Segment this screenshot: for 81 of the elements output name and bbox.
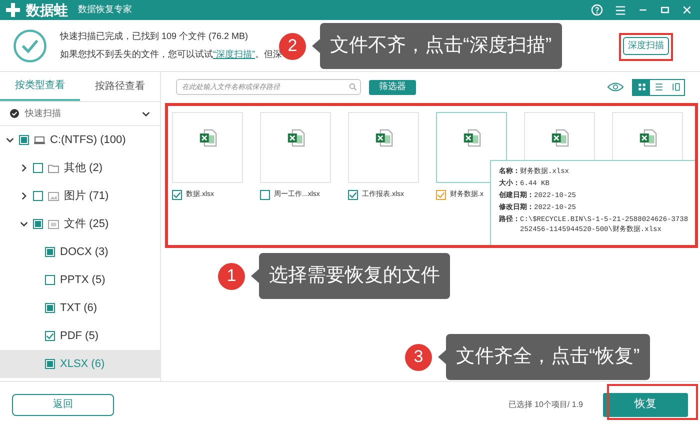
tree-item[interactable]: PDF (5) bbox=[0, 322, 160, 350]
tree-item[interactable]: DOCX (3) bbox=[0, 238, 160, 266]
chevron-down-icon[interactable] bbox=[6, 136, 14, 144]
scan-mode-dropdown[interactable]: 快速扫描 bbox=[0, 102, 160, 126]
highlight-frame bbox=[619, 33, 673, 61]
checkbox[interactable] bbox=[33, 163, 43, 173]
callout-text: 文件不齐，点击“深度扫描” bbox=[320, 23, 562, 69]
check-circle-icon bbox=[10, 109, 19, 118]
close-icon[interactable] bbox=[682, 5, 692, 15]
checkbox[interactable] bbox=[33, 219, 43, 229]
plus-logo-icon bbox=[6, 3, 20, 17]
file-thumbnail[interactable] bbox=[348, 112, 419, 183]
hint-text: 如果您找不到丢失的文件，您可以试试 bbox=[60, 48, 213, 61]
app-name: 数据蛙 bbox=[26, 0, 68, 20]
recover-button[interactable]: 恢复 bbox=[603, 392, 688, 416]
checkbox[interactable] bbox=[45, 359, 55, 369]
app-subtitle: 数据恢复专家 bbox=[78, 3, 132, 16]
chevron-down-icon[interactable] bbox=[142, 110, 150, 118]
view-tab[interactable]: 按类型查看 bbox=[0, 72, 80, 101]
spreadsheet-file-icon bbox=[374, 129, 392, 147]
tree-item[interactable]: 图片 (71) bbox=[0, 182, 160, 210]
menu-icon[interactable] bbox=[615, 4, 626, 16]
tree-item[interactable]: C:(NTFS) (100) bbox=[0, 126, 160, 154]
checkbox[interactable] bbox=[19, 135, 29, 145]
callout-text: 选择需要恢复的文件 bbox=[259, 253, 450, 299]
checkbox[interactable] bbox=[436, 190, 446, 200]
document-icon bbox=[48, 220, 59, 228]
filter-button[interactable]: 筛选器 bbox=[369, 80, 416, 94]
folder-icon bbox=[48, 164, 59, 172]
hint-text: 。但深 bbox=[255, 48, 282, 61]
checkbox[interactable] bbox=[45, 331, 55, 341]
checkbox[interactable] bbox=[260, 190, 270, 200]
grid-view-icon bbox=[636, 82, 646, 92]
tree-label: XLSX (6) bbox=[60, 356, 105, 372]
checkbox[interactable] bbox=[172, 190, 182, 200]
tree-item[interactable]: TXT (6) bbox=[0, 294, 160, 322]
tree-label: PPTX (5) bbox=[60, 272, 106, 288]
checkbox[interactable] bbox=[348, 190, 358, 200]
file-thumbnail[interactable] bbox=[260, 112, 331, 183]
maximize-icon[interactable] bbox=[660, 5, 670, 15]
deep-scan-link[interactable]: “深度扫描” bbox=[213, 48, 255, 62]
file-thumbnail[interactable] bbox=[172, 112, 243, 183]
tree-item[interactable]: PPTX (5) bbox=[0, 266, 160, 294]
tree-label: 其他 (2) bbox=[64, 160, 102, 176]
spreadsheet-file-icon bbox=[462, 129, 480, 147]
help-icon[interactable] bbox=[591, 4, 603, 16]
list-view-icon bbox=[654, 82, 664, 92]
chevron-right-icon[interactable] bbox=[20, 192, 28, 200]
spreadsheet-file-icon bbox=[198, 129, 216, 147]
step-number-badge: 3 bbox=[405, 344, 432, 370]
tree-label: 图片 (71) bbox=[64, 188, 109, 204]
step-number-badge: 1 bbox=[218, 262, 245, 290]
image-icon bbox=[48, 192, 59, 200]
spreadsheet-file-icon bbox=[550, 129, 568, 147]
checkbox[interactable] bbox=[45, 303, 55, 313]
chevron-right-icon[interactable] bbox=[20, 164, 28, 172]
drive-icon bbox=[34, 136, 45, 144]
check-circle-icon bbox=[12, 28, 48, 64]
tree-item[interactable]: 文件 (25) bbox=[0, 210, 160, 238]
tree-item[interactable]: 其他 (2) bbox=[0, 154, 160, 182]
spreadsheet-file-icon bbox=[638, 129, 656, 147]
chevron-down-icon[interactable] bbox=[20, 220, 28, 228]
checkbox[interactable] bbox=[33, 191, 43, 201]
columns-view-icon bbox=[670, 82, 680, 92]
checkbox[interactable] bbox=[45, 247, 55, 257]
tree-label: C:(NTFS) (100) bbox=[50, 132, 126, 148]
search-icon bbox=[349, 83, 357, 91]
selection-status: 已选择 10个项目/ 1.9 bbox=[508, 398, 583, 410]
tree-label: 文件 (25) bbox=[64, 216, 109, 232]
callout-text: 文件齐全，点击“恢复” bbox=[446, 334, 650, 380]
scan-result-text: 快速扫描已完成，已找到 109 个文件 (76.2 MB) bbox=[60, 30, 250, 43]
view-toggle[interactable] bbox=[633, 80, 650, 94]
spreadsheet-file-icon bbox=[286, 129, 304, 147]
tree-label: TXT (6) bbox=[60, 300, 98, 316]
eye-icon[interactable] bbox=[607, 82, 624, 92]
view-tab[interactable]: 按路径查看 bbox=[80, 72, 160, 101]
back-button[interactable]: 返回 bbox=[12, 394, 114, 416]
tree-label: PDF (5) bbox=[60, 328, 98, 344]
checkbox[interactable] bbox=[45, 275, 55, 285]
tree-label: DOCX (3) bbox=[60, 244, 108, 260]
deep-scan-button[interactable]: 深度扫描 bbox=[623, 36, 669, 54]
